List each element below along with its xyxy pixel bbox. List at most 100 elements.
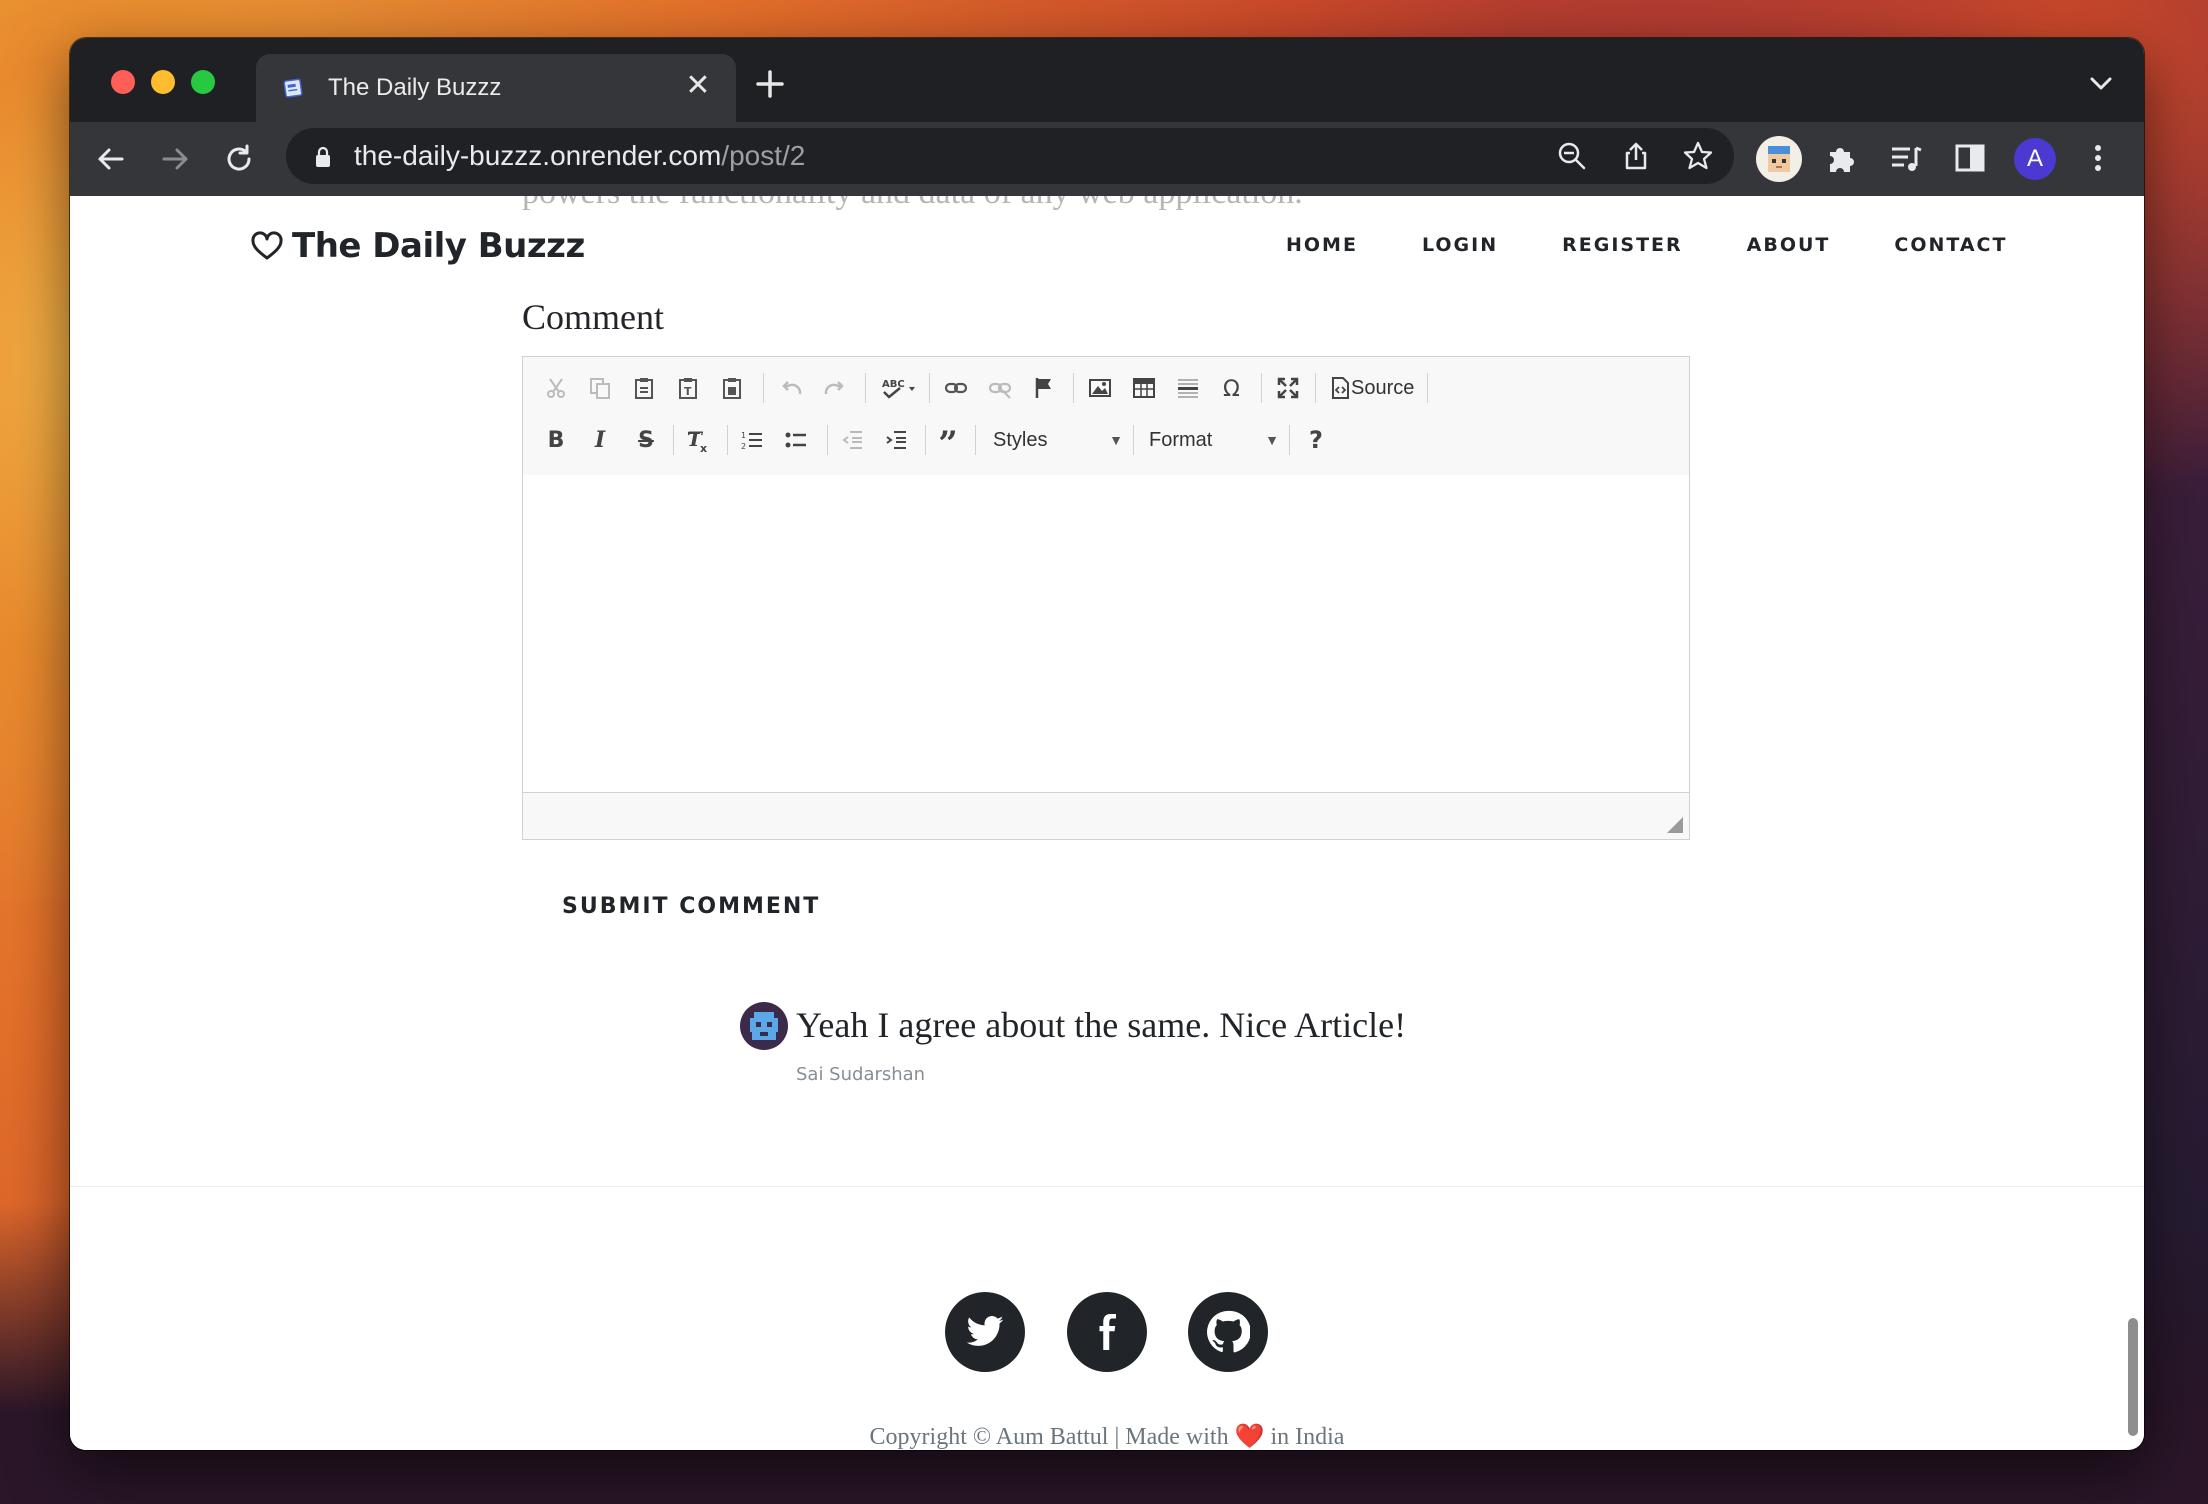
- blockquote-icon[interactable]: ”: [931, 423, 965, 457]
- extension-avatar-icon[interactable]: [1756, 136, 1802, 182]
- nav-register[interactable]: REGISTER: [1562, 234, 1683, 256]
- brand-link[interactable]: The Daily Buzzz: [250, 226, 585, 266]
- new-tab-icon[interactable]: [752, 66, 788, 102]
- strikethrough-icon[interactable]: S: [629, 423, 663, 457]
- nav-login[interactable]: LOGIN: [1422, 234, 1498, 256]
- bold-icon[interactable]: B: [539, 423, 573, 457]
- redo-icon[interactable]: [817, 371, 851, 405]
- toolbar-separator: [1315, 373, 1316, 403]
- footer-divider: [70, 1186, 2144, 1187]
- styles-dropdown[interactable]: Styles ▼: [993, 423, 1123, 457]
- facebook-link[interactable]: [1067, 1292, 1147, 1372]
- copyright-text: Copyright © Aum Battul | Made with ❤️ in…: [70, 1422, 2144, 1450]
- copyright-prefix: Copyright © Aum Battul | Made with: [869, 1424, 1229, 1450]
- editor-toolbar: T ABC Ω Source B I S T x 1 2 ” Styles ▼ …: [523, 357, 1689, 476]
- url-text[interactable]: the-daily-buzzz.onrender.com/post/2: [354, 141, 805, 171]
- page-scrollbar[interactable]: [2128, 1318, 2138, 1436]
- toolbar-separator: [673, 425, 674, 455]
- toolbar-separator: [929, 373, 930, 403]
- svg-text:Ω: Ω: [1223, 377, 1240, 400]
- zoom-window-button[interactable]: [191, 70, 215, 94]
- github-link[interactable]: [1188, 1292, 1268, 1372]
- twitter-link[interactable]: [945, 1292, 1025, 1372]
- resize-handle-icon[interactable]: [1667, 817, 1683, 833]
- media-queue-icon[interactable]: [1888, 140, 1924, 176]
- tab-daily-buzzz[interactable]: The Daily Buzzz ✕: [256, 54, 736, 122]
- nav-about[interactable]: ABOUT: [1747, 234, 1831, 256]
- submit-comment-button[interactable]: SUBMIT COMMENT: [562, 894, 820, 919]
- copyright-suffix: in India: [1270, 1424, 1345, 1450]
- nav-home[interactable]: HOME: [1286, 234, 1358, 256]
- toolbar-separator: [827, 425, 828, 455]
- format-label: Format: [1149, 429, 1213, 451]
- source-button[interactable]: Source: [1351, 377, 1414, 400]
- editor-status-bar: [523, 792, 1689, 839]
- numbered-list-icon[interactable]: 12: [735, 423, 769, 457]
- back-arrow-icon[interactable]: [92, 140, 130, 178]
- side-panel-icon[interactable]: [1952, 140, 1988, 176]
- toolbar-separator: [975, 425, 976, 455]
- tab-title: The Daily Buzzz: [328, 74, 502, 101]
- zoom-out-icon[interactable]: [1556, 140, 1588, 172]
- anchor-flag-icon[interactable]: [1027, 371, 1061, 405]
- toolbar-separator: [1073, 373, 1074, 403]
- browser-window: The Daily Buzzz ✕ the-daily-buzzz.onrend…: [70, 38, 2144, 1450]
- more-menu-icon[interactable]: [2080, 140, 2116, 176]
- horizontal-rule-icon[interactable]: [1171, 371, 1205, 405]
- table-icon[interactable]: [1127, 371, 1161, 405]
- comment-editor-area[interactable]: [523, 475, 1689, 793]
- bookmark-star-icon[interactable]: [1682, 140, 1714, 172]
- nav-contact[interactable]: CONTACT: [1894, 234, 2007, 256]
- browser-toolbar: the-daily-buzzz.onrender.com/post/2 A: [70, 122, 2144, 196]
- remove-format-icon[interactable]: Tx: [681, 423, 715, 457]
- image-icon[interactable]: [1083, 371, 1117, 405]
- link-icon[interactable]: [939, 371, 973, 405]
- unlink-icon[interactable]: [983, 371, 1017, 405]
- italic-icon[interactable]: I: [583, 423, 617, 457]
- copy-icon[interactable]: [583, 371, 617, 405]
- facebook-icon: [1099, 1314, 1116, 1350]
- heart-outline-icon: [251, 231, 283, 260]
- help-icon[interactable]: ?: [1299, 423, 1333, 457]
- comment-item: Yeah I agree about the same. Nice Articl…: [740, 1002, 1500, 1102]
- forward-arrow-icon[interactable]: [156, 140, 194, 178]
- undo-icon[interactable]: [775, 371, 809, 405]
- format-dropdown[interactable]: Format ▼: [1149, 423, 1279, 457]
- toolbar-separator: [865, 373, 866, 403]
- toolbar-separator: [1133, 425, 1134, 455]
- twitter-icon: [966, 1316, 1004, 1346]
- comment-author: Sai Sudarshan: [796, 1064, 926, 1085]
- reload-icon[interactable]: [220, 140, 258, 178]
- cut-icon[interactable]: [539, 371, 573, 405]
- extensions-puzzle-icon[interactable]: [1824, 140, 1860, 176]
- toolbar-separator: [1261, 373, 1262, 403]
- lock-icon[interactable]: [314, 146, 332, 168]
- spellcheck-icon[interactable]: ABC: [877, 371, 923, 405]
- profile-avatar[interactable]: A: [2014, 138, 2056, 180]
- tab-strip: The Daily Buzzz ✕: [70, 38, 2144, 122]
- minimize-window-button[interactable]: [151, 70, 175, 94]
- site-nav: HOME LOGIN REGISTER ABOUT CONTACT: [1286, 234, 2071, 256]
- tab-close-icon[interactable]: ✕: [682, 70, 714, 102]
- paste-text-icon[interactable]: T: [671, 371, 705, 405]
- bulleted-list-icon[interactable]: [779, 423, 813, 457]
- close-window-button[interactable]: [111, 70, 135, 94]
- brand-title: The Daily Buzzz: [292, 226, 585, 266]
- github-icon: [1207, 1310, 1250, 1353]
- toolbar-separator: [925, 425, 926, 455]
- paste-icon[interactable]: [627, 371, 661, 405]
- toolbar-separator: [727, 425, 728, 455]
- indent-icon[interactable]: [879, 423, 913, 457]
- rich-text-editor: T ABC Ω Source B I S T x 1 2 ” Styles ▼ …: [522, 356, 1690, 840]
- svg-text:T: T: [684, 385, 692, 398]
- heart-emoji-icon: ❤️: [1234, 1424, 1265, 1450]
- outdent-icon[interactable]: [835, 423, 869, 457]
- page-viewport: powers the functionality and data of any…: [70, 196, 2144, 1450]
- share-icon[interactable]: [1620, 140, 1652, 172]
- address-bar[interactable]: the-daily-buzzz.onrender.com/post/2: [286, 128, 1734, 184]
- paste-word-icon[interactable]: [715, 371, 749, 405]
- comment-label: Comment: [522, 297, 664, 337]
- maximize-icon[interactable]: [1271, 371, 1305, 405]
- tab-search-chevron-icon[interactable]: [2088, 74, 2114, 94]
- special-char-omega-icon[interactable]: Ω: [1215, 371, 1249, 405]
